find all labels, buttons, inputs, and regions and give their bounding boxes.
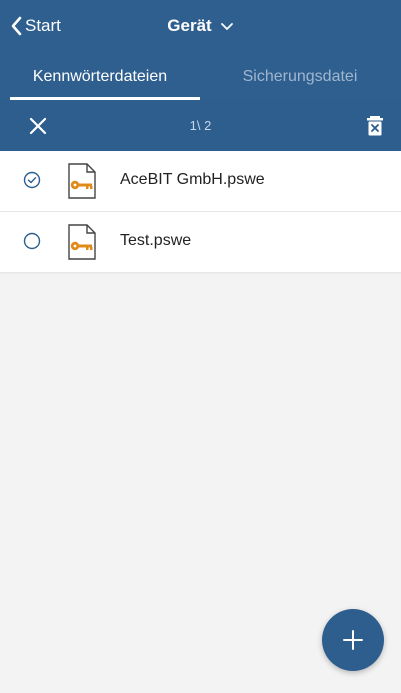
active-tab-indicator <box>10 97 200 100</box>
list-item[interactable]: AceBIT GmbH.pswe <box>0 151 401 212</box>
location-dropdown[interactable]: Gerät <box>0 14 401 38</box>
top-navigation-bar: Start Gerät <box>0 0 401 52</box>
key-file-icon <box>68 163 96 199</box>
selection-count: 1\ 2 <box>189 118 212 133</box>
tab-backup-file[interactable]: Sicherungsdatei <box>200 52 400 101</box>
tab-bar: Kennwörterdateien Sicherungsdatei <box>0 52 401 101</box>
add-file-button[interactable] <box>322 609 384 671</box>
file-list: AceBIT GmbH.pswe Test.pswe <box>0 151 401 273</box>
list-item[interactable]: Test.pswe <box>0 212 401 273</box>
tab-password-files[interactable]: Kennwörterdateien <box>0 52 200 101</box>
plus-icon <box>343 630 363 650</box>
page-title: Gerät <box>167 16 212 35</box>
radio-unchecked-icon[interactable] <box>23 232 41 250</box>
check-circle-icon[interactable] <box>23 171 41 189</box>
trash-icon[interactable] <box>365 115 385 137</box>
selection-action-bar: 1\ 2 <box>0 101 401 151</box>
chevron-down-icon <box>220 22 233 30</box>
file-name: AceBIT GmbH.pswe <box>120 171 265 188</box>
key-file-icon <box>68 224 96 260</box>
file-name: Test.pswe <box>120 232 192 249</box>
